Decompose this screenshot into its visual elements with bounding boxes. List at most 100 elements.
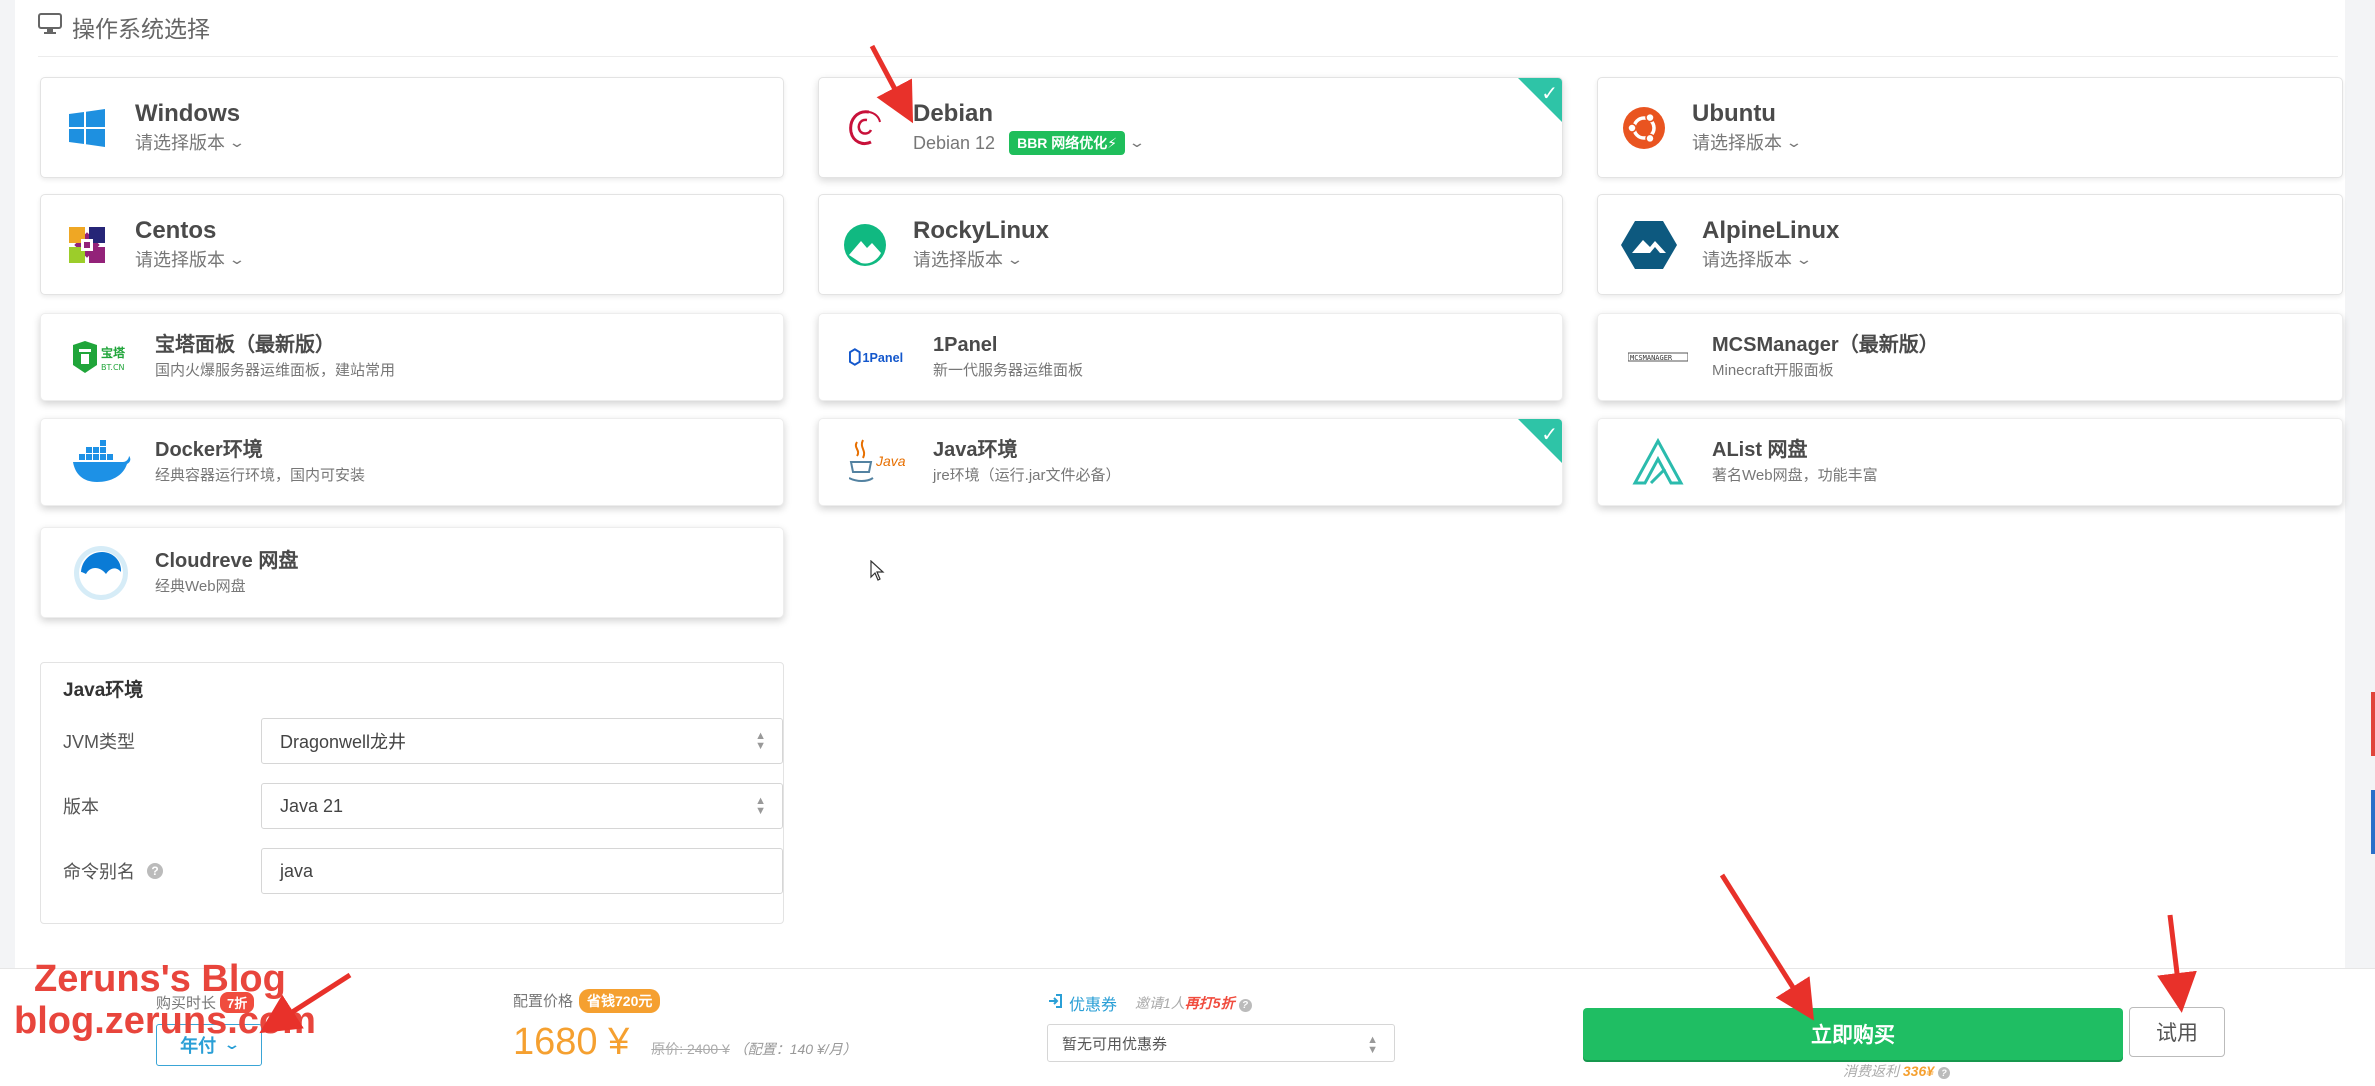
- version-select[interactable]: 请选择版本 ⌄: [913, 246, 1049, 274]
- app-name: Docker环境: [155, 439, 263, 461]
- app-card-cloudreve[interactable]: Cloudreve 网盘 经典Web网盘: [40, 527, 784, 618]
- purchase-bar: 购买时长 7折 年付 ⌄ 配置价格 省钱720元 1680 ¥ 原价: 2400 ¥ …: [0, 968, 2375, 1086]
- jvm-type-select[interactable]: Dragonwell龙井 ▲ ▼: [261, 718, 783, 764]
- bt-panel-logo: 宝塔 BT.CN: [71, 333, 131, 381]
- version-placeholder: 请选择版本: [913, 249, 1003, 270]
- coupon-value: 暂无可用优惠券: [1062, 1035, 1168, 1053]
- mcsmanager-logo: MCSMANAGER: [1628, 333, 1688, 381]
- app-desc: 经典Web网盘: [155, 577, 246, 595]
- help-icon[interactable]: ?: [1937, 1067, 1950, 1079]
- app-card-docker[interactable]: Docker环境 经典容器运行环境，国内可安装: [40, 418, 784, 506]
- cloudreve-logo: [71, 545, 131, 600]
- app-name: Java环境: [933, 439, 1018, 461]
- version-select[interactable]: 请选择版本 ⌄: [135, 246, 246, 274]
- logo-text: 1Panel: [863, 351, 904, 365]
- check-icon: ✓: [1541, 83, 1558, 105]
- version-placeholder: 请选择版本: [135, 249, 225, 270]
- select-arrows-icon: ▲ ▼: [1367, 1034, 1378, 1056]
- version-select[interactable]: 请选择版本 ⌄: [135, 129, 246, 157]
- rebate-value: 336¥: [1902, 1063, 1935, 1079]
- app-card-alist[interactable]: AList 网盘 著名Web网盘，功能丰富: [1597, 418, 2343, 506]
- os-card-alpinelinux[interactable]: AlpineLinux 请选择版本 ⌄: [1597, 194, 2343, 295]
- version-value: Debian 12: [913, 132, 996, 153]
- help-icon[interactable]: ?: [1238, 999, 1252, 1012]
- original-price: 原价: 2400 ¥ （配置：140 ¥/月）: [651, 1039, 856, 1059]
- jvm-type-row: JVM类型 Dragonwell龙井 ▲ ▼: [63, 718, 783, 764]
- app-name: MCSManager（最新版）: [1712, 334, 1939, 356]
- edge-marker: [2371, 790, 2375, 854]
- invite-prefix: 邀请1人: [1135, 995, 1185, 1011]
- coupon-select[interactable]: 暂无可用优惠券 ▲ ▼: [1047, 1024, 1395, 1062]
- java-version-select[interactable]: Java 21 ▲ ▼: [261, 783, 783, 829]
- os-card-ubuntu[interactable]: Ubuntu 请选择版本 ⌄: [1597, 77, 2343, 178]
- app-desc: 经典容器运行环境，国内可安装: [155, 467, 366, 484]
- chevron-down-icon: ⌄: [1795, 250, 1813, 267]
- alpinelinux-logo: [1620, 220, 1678, 269]
- coupon-label-text: 优惠券: [1069, 997, 1118, 1014]
- app-desc: 著名Web网盘，功能丰富: [1712, 467, 1878, 484]
- app-name: AList 网盘: [1712, 439, 1808, 461]
- alias-label-text: 命令别名: [63, 862, 135, 882]
- version-select[interactable]: Debian 12 BBR 网络优化⚡ ⌄: [913, 129, 1146, 157]
- os-card-rockylinux[interactable]: RockyLinux 请选择版本 ⌄: [818, 194, 1563, 295]
- divider: [38, 56, 2338, 57]
- chevron-down-icon: ⌄: [228, 250, 246, 267]
- app-card-1panel[interactable]: 1Panel 1Panel 新一代服务器运维面板: [818, 313, 1563, 401]
- trial-button[interactable]: 试用: [2129, 1007, 2225, 1057]
- alias-label: 命令别名?: [63, 858, 163, 884]
- java-env-title: Java环境: [63, 680, 144, 701]
- rebate-prefix: 消费返利: [1843, 1063, 1899, 1079]
- os-card-windows[interactable]: Windows 请选择版本 ⌄: [40, 77, 784, 178]
- version-select[interactable]: 请选择版本 ⌄: [1692, 129, 1803, 157]
- java-env-config: Java环境 JVM类型 Dragonwell龙井 ▲ ▼ 版本 Java 21 …: [40, 662, 784, 924]
- app-desc: jre环境（运行.jar文件必备）: [933, 467, 1121, 484]
- version-select[interactable]: 请选择版本 ⌄: [1702, 246, 1839, 274]
- section-header: 操作系统选择: [38, 10, 210, 44]
- config-note: （配置：140 ¥/月）: [733, 1041, 857, 1057]
- centos-logo: [63, 221, 111, 269]
- price-group: 1680 ¥ 原价: 2400 ¥ （配置：140 ¥/月）: [513, 1021, 857, 1064]
- watermark-line1: Zeruns's Blog: [34, 958, 286, 1000]
- watermark-line2: blog.zeruns.com: [14, 1000, 316, 1042]
- os-name: Windows: [135, 99, 241, 127]
- help-icon[interactable]: ?: [147, 863, 163, 879]
- select-arrows-icon: ▲ ▼: [755, 730, 766, 752]
- version-placeholder: 请选择版本: [1692, 132, 1782, 153]
- app-name: 1Panel: [933, 334, 998, 356]
- original-label: 原价:: [651, 1041, 684, 1057]
- ubuntu-logo: [1620, 104, 1668, 152]
- jvm-type-label: JVM类型: [63, 732, 135, 752]
- os-name: Ubuntu: [1692, 99, 1776, 127]
- buy-now-button[interactable]: 立即购买: [1583, 1008, 2123, 1060]
- os-card-centos[interactable]: Centos 请选择版本 ⌄: [40, 194, 784, 295]
- windows-logo: [63, 104, 111, 152]
- invite-highlight: 再打5折: [1184, 995, 1235, 1011]
- os-name: Centos: [135, 216, 217, 244]
- price-value: 1680 ¥: [513, 1021, 630, 1063]
- app-desc: 国内火爆服务器运维面板，建站常用: [155, 362, 396, 379]
- app-card-java[interactable]: Java Java环境 jre环境（运行.jar文件必备） ✓: [818, 418, 1563, 506]
- os-card-debian[interactable]: Debian Debian 12 BBR 网络优化⚡ ⌄ ✓: [818, 77, 1563, 178]
- original-value: 2400 ¥: [687, 1041, 730, 1057]
- coupon-label[interactable]: 优惠券: [1047, 991, 1117, 1015]
- command-alias-value: java: [280, 860, 314, 881]
- app-desc: Minecraft开服面板: [1712, 362, 1834, 379]
- monitor-icon: [38, 13, 62, 41]
- java-version-value: Java 21: [280, 795, 344, 816]
- alias-row: 命令别名? java: [63, 848, 783, 894]
- save-badge: 省钱720元: [579, 989, 661, 1013]
- logo-text: Java: [875, 453, 906, 469]
- chevron-down-icon: ⌄: [1785, 133, 1803, 150]
- command-alias-input[interactable]: java: [261, 848, 783, 894]
- login-arrow-icon: [1047, 993, 1063, 1014]
- app-card-bt-panel[interactable]: 宝塔 BT.CN 宝塔面板（最新版） 国内火爆服务器运维面板，建站常用: [40, 313, 784, 401]
- os-name: Debian: [913, 99, 994, 127]
- rebate-note: 消费返利 336¥ ?: [1843, 1061, 1950, 1081]
- bbr-badge: BBR 网络优化⚡: [1009, 130, 1126, 155]
- coupon-header: 优惠券 邀请1人再打5折 ?: [1047, 991, 1252, 1015]
- app-card-mcsmanager[interactable]: MCSMANAGER MCSManager（最新版） Minecraft开服面板: [1597, 313, 2343, 401]
- app-desc: 新一代服务器运维面板: [933, 362, 1084, 379]
- version-placeholder: 请选择版本: [135, 132, 225, 153]
- chevron-down-icon: ⌄: [1006, 250, 1024, 267]
- os-name: RockyLinux: [913, 216, 1050, 244]
